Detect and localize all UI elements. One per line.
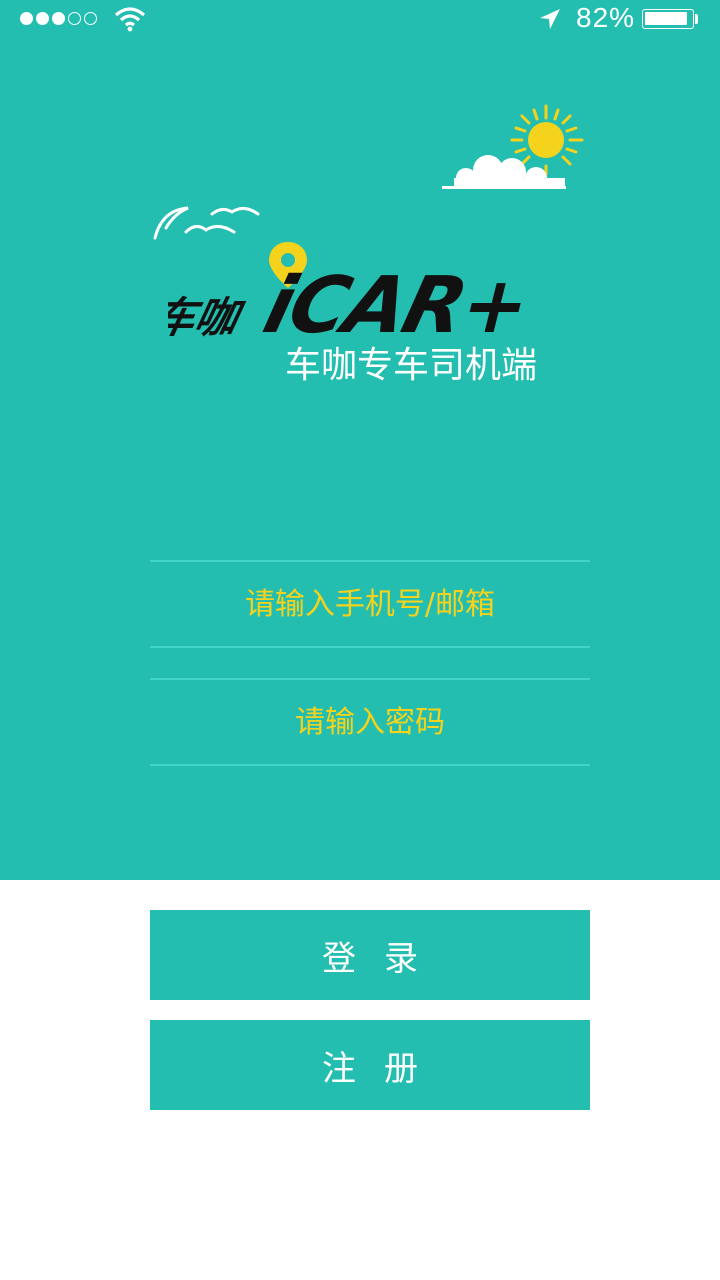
register-button[interactable]: 注册: [150, 1020, 590, 1110]
app-subtitle: 车咖专车司机端: [285, 345, 538, 386]
battery-tip: [695, 14, 698, 24]
password-input[interactable]: [150, 679, 590, 765]
logo-wordmark: iCAR+: [255, 259, 538, 340]
location-arrow-icon: [540, 9, 560, 29]
signal-strength-icon: [20, 12, 97, 25]
sun-cloud-illustration: [442, 104, 584, 189]
wifi-icon: [114, 7, 146, 32]
battery-icon: [642, 9, 694, 29]
battery-percent: 82%: [576, 2, 636, 33]
password-field[interactable]: [150, 678, 590, 766]
app-logo: 车咖 iCAR+: [168, 242, 538, 340]
phone-email-input[interactable]: [150, 561, 590, 647]
status-bar: 82%: [0, 0, 720, 40]
birds-illustration: [153, 206, 260, 240]
logo-chinese-mark: 车咖: [168, 294, 248, 340]
login-button[interactable]: 登录: [150, 910, 590, 1000]
phone-email-field[interactable]: [150, 560, 590, 648]
